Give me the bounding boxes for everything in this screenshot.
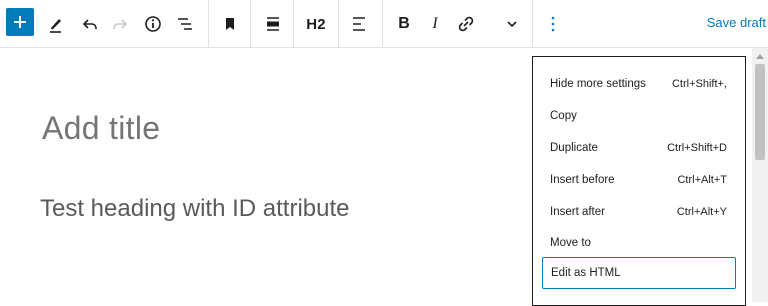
chevron-down-icon: [507, 21, 517, 28]
menu-item-shortcut: Ctrl+Shift+,: [671, 78, 727, 90]
heading-level-button[interactable]: H2: [300, 8, 332, 40]
block-options-button[interactable]: [537, 8, 569, 40]
vertical-scrollbar[interactable]: [752, 48, 768, 302]
toolbar-divider: [208, 0, 209, 48]
menu-item-label: Duplicate: [550, 142, 598, 154]
link-icon: [458, 16, 474, 32]
toolbar-divider: [532, 0, 533, 48]
pencil-icon: [50, 19, 61, 33]
list-view-icon: [178, 18, 192, 30]
undo-icon: [82, 19, 97, 29]
block-type-button[interactable]: [214, 8, 246, 40]
italic-label: I: [432, 15, 438, 32]
editor-toolbar: H2 B I Save draft: [0, 0, 768, 48]
redo-button[interactable]: [104, 8, 136, 40]
menu-item-edit-as-html[interactable]: Edit as HTML: [542, 257, 736, 289]
menu-item-label: Hide more settings: [550, 78, 646, 90]
more-formats-button[interactable]: [496, 8, 528, 40]
menu-item-insert-after[interactable]: Insert after Ctrl+Alt+Y: [533, 196, 745, 228]
menu-item-hide-more-settings[interactable]: Hide more settings Ctrl+Shift+,: [533, 68, 745, 100]
toolbar-divider: [250, 0, 251, 48]
plus-icon: [14, 16, 26, 28]
heading-level-label: H2: [306, 15, 326, 33]
menu-item-label: Insert after: [550, 206, 605, 218]
text-align-button[interactable]: [343, 8, 375, 40]
redo-icon: [113, 19, 128, 29]
post-title-input[interactable]: Add title: [42, 110, 160, 147]
menu-item-label: Copy: [550, 110, 577, 122]
align-left-icon: [353, 17, 365, 31]
toolbar-divider: [382, 0, 383, 48]
menu-item-label: Insert before: [550, 174, 615, 186]
tools-button[interactable]: [40, 8, 72, 40]
list-view-button[interactable]: [169, 8, 201, 40]
add-block-button[interactable]: [6, 8, 34, 36]
menu-item-duplicate[interactable]: Duplicate Ctrl+Shift+D: [533, 132, 745, 164]
link-button[interactable]: [450, 8, 482, 40]
scroll-up-arrow-icon[interactable]: [756, 54, 764, 59]
italic-button[interactable]: I: [419, 8, 451, 40]
scroll-thumb[interactable]: [755, 64, 765, 160]
bold-button[interactable]: B: [388, 8, 420, 40]
menu-item-shortcut: Ctrl+Shift+D: [667, 142, 727, 154]
menu-item-copy[interactable]: Copy: [533, 100, 745, 132]
save-draft-button[interactable]: Save draft: [707, 15, 766, 30]
more-vertical-icon: [551, 16, 555, 32]
menu-item-label: Move to: [550, 237, 591, 249]
toolbar-divider: [338, 0, 339, 48]
menu-item-label: Edit as HTML: [551, 267, 621, 279]
menu-item-shortcut: Ctrl+Alt+T: [677, 174, 727, 186]
bold-label: B: [398, 15, 410, 32]
align-button[interactable]: [257, 8, 289, 40]
info-icon: [145, 16, 161, 32]
menu-item-insert-before[interactable]: Insert before Ctrl+Alt+T: [533, 164, 745, 196]
details-button[interactable]: [137, 8, 169, 40]
heading-block[interactable]: Test heading with ID attribute: [40, 195, 350, 223]
block-options-menu: Hide more settings Ctrl+Shift+, Copy Dup…: [532, 56, 746, 306]
undo-button[interactable]: [74, 8, 106, 40]
align-wide-icon: [267, 17, 279, 31]
menu-item-shortcut: Ctrl+Alt+Y: [676, 206, 727, 218]
toolbar-divider: [293, 0, 294, 48]
bookmark-icon: [226, 18, 234, 30]
menu-item-move-to[interactable]: Move to: [533, 227, 745, 259]
